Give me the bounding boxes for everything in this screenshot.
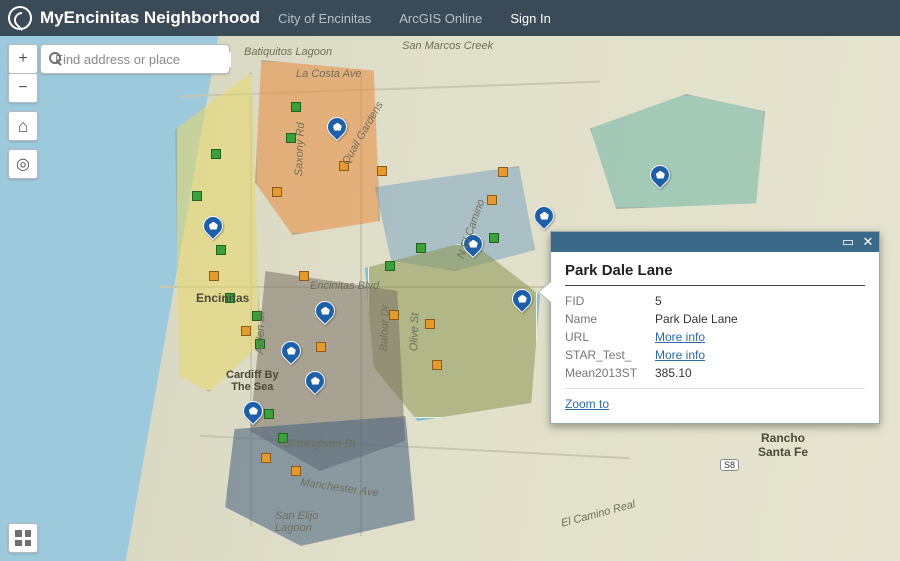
map-canvas[interactable]: Batiquitos Lagoon La Costa Ave San Marco… xyxy=(0,36,900,561)
home-button[interactable]: ⌂ xyxy=(8,111,38,141)
app-title: MyEncinitas Neighborhood xyxy=(40,8,260,28)
app-logo-icon xyxy=(8,6,32,30)
marker-green[interactable] xyxy=(255,339,265,349)
popup-row: Mean2013ST385.10 xyxy=(565,366,865,380)
org-link[interactable]: City of Encinitas xyxy=(278,11,371,26)
popup-row: NamePark Dale Lane xyxy=(565,312,865,326)
popup-field-value: 5 xyxy=(655,294,662,308)
popup-maximize-button[interactable]: ▭ xyxy=(841,235,855,249)
tool-stack: + − ⌂ ◎ xyxy=(8,44,38,179)
marker-green[interactable] xyxy=(291,102,301,112)
marker-orange[interactable] xyxy=(272,187,282,197)
marker-orange[interactable] xyxy=(261,453,271,463)
popup-header: ▭ ✕ xyxy=(551,232,879,252)
marker-orange[interactable] xyxy=(487,195,497,205)
popup-pointer-icon xyxy=(539,282,551,302)
marker-green[interactable] xyxy=(192,191,202,201)
district-polygon[interactable] xyxy=(590,94,765,209)
popup-field-value: 385.10 xyxy=(655,366,692,380)
map-label: Batiquitos Lagoon xyxy=(244,46,332,58)
search-input[interactable] xyxy=(55,52,231,67)
app-header: MyEncinitas Neighborhood City of Encinit… xyxy=(0,0,900,36)
marker-orange[interactable] xyxy=(425,319,435,329)
popup-field-key: URL xyxy=(565,330,655,344)
popup-close-button[interactable]: ✕ xyxy=(861,235,875,249)
popup-field-value: Park Dale Lane xyxy=(655,312,738,326)
school-pin-icon[interactable] xyxy=(530,202,558,230)
marker-green[interactable] xyxy=(216,245,226,255)
popup-body: Park Dale Lane FID5 NamePark Dale Lane U… xyxy=(551,252,879,423)
popup-row: STAR_Test_More info xyxy=(565,348,865,362)
popup-field-key: STAR_Test_ xyxy=(565,348,655,362)
marker-orange[interactable] xyxy=(389,310,399,320)
map-label: El Camino Real xyxy=(560,498,637,529)
route-shield: S8 xyxy=(720,459,739,471)
popup-field-link[interactable]: More info xyxy=(655,348,705,362)
popup-field-key: Mean2013ST xyxy=(565,366,655,380)
popup-field-key: Name xyxy=(565,312,655,326)
marker-orange[interactable] xyxy=(291,466,301,476)
popup-row: FID5 xyxy=(565,294,865,308)
district-polygon[interactable] xyxy=(255,60,380,235)
locate-button[interactable]: ◎ xyxy=(8,149,38,179)
popup-title: Park Dale Lane xyxy=(565,262,865,286)
popup-row: URLMore info xyxy=(565,330,865,344)
zoom-out-button[interactable]: − xyxy=(8,73,38,103)
marker-orange[interactable] xyxy=(339,161,349,171)
marker-green[interactable] xyxy=(264,409,274,419)
popup-field-key: FID xyxy=(565,294,655,308)
marker-green[interactable] xyxy=(385,261,395,271)
signin-link[interactable]: Sign In xyxy=(510,11,550,26)
marker-green[interactable] xyxy=(278,433,288,443)
city-label: Rancho Santa Fe xyxy=(758,431,808,459)
feature-popup: ▭ ✕ Park Dale Lane FID5 NamePark Dale La… xyxy=(550,231,880,424)
marker-green[interactable] xyxy=(211,149,221,159)
portal-link[interactable]: ArcGIS Online xyxy=(399,11,482,26)
map-label: San Marcos Creek xyxy=(402,40,493,52)
marker-green[interactable] xyxy=(252,311,262,321)
popup-divider xyxy=(565,388,865,389)
marker-orange[interactable] xyxy=(241,326,251,336)
marker-green[interactable] xyxy=(416,243,426,253)
zoom-to-link[interactable]: Zoom to xyxy=(565,397,609,411)
marker-orange[interactable] xyxy=(377,166,387,176)
marker-orange[interactable] xyxy=(299,271,309,281)
marker-orange[interactable] xyxy=(432,360,442,370)
marker-orange[interactable] xyxy=(209,271,219,281)
marker-orange[interactable] xyxy=(316,342,326,352)
marker-orange[interactable] xyxy=(498,167,508,177)
marker-green[interactable] xyxy=(286,133,296,143)
zoom-in-button[interactable]: + xyxy=(8,44,38,74)
popup-field-link[interactable]: More info xyxy=(655,330,705,344)
marker-green[interactable] xyxy=(225,293,235,303)
search-box[interactable] xyxy=(40,44,230,74)
marker-green[interactable] xyxy=(489,233,499,243)
basemap-gallery-button[interactable] xyxy=(8,523,38,553)
district-polygon[interactable] xyxy=(225,416,415,546)
